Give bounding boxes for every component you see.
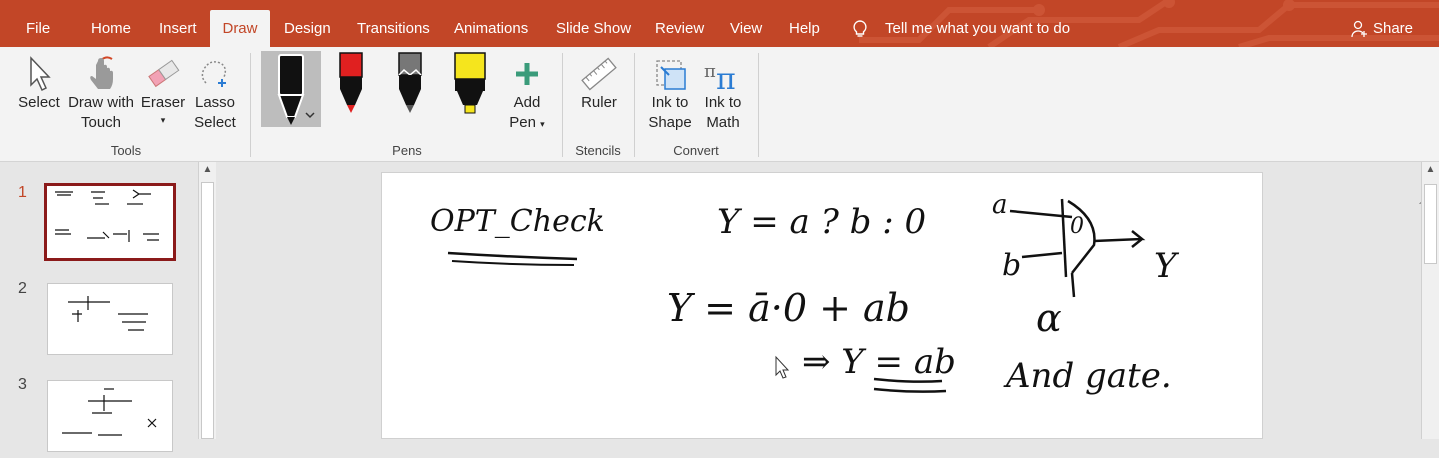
slide-ink-drawing: OPT_Check Y = a ? b : 0 Y = ā·0 + ab ⇒ Y… [430,190,1180,396]
slide-thumbnail-3[interactable] [47,380,173,452]
add-pen-label-2: Pen ▾ [509,114,545,131]
tab-help[interactable]: Help [781,10,828,47]
ruler-label: Ruler [581,94,617,111]
red-pen-icon [339,52,363,113]
tab-draw[interactable]: Draw [210,10,270,47]
ribbon-separator [562,53,563,157]
ink-to-shape-label-2: Shape [648,114,692,131]
ink-gate-0: 0 [1070,214,1084,239]
share-button[interactable]: Share [1351,10,1413,47]
scrollbar-thumb[interactable] [1424,184,1437,264]
tab-file[interactable]: File [18,10,58,47]
tools-group-label: Tools [110,143,142,158]
lightbulb-icon [853,20,867,37]
svg-text:π: π [716,62,736,93]
lasso-select-button[interactable]: Lasso Select [190,55,240,133]
eraser-icon [148,59,180,88]
tab-view[interactable]: View [722,10,770,47]
slide-thumbnail-2[interactable] [47,283,173,355]
ribbon-separator [758,53,759,157]
tab-home[interactable]: Home [83,10,139,47]
share-label: Share [1372,20,1413,37]
tab-slide-show[interactable]: Slide Show [548,10,639,47]
draw-with-touch-label-2: Touch [80,114,122,131]
tell-me-search[interactable]: Tell me what you want to do [850,10,1070,47]
black-pen-icon [277,54,315,125]
ink-to-math-label-1: Ink to [704,94,742,111]
scroll-up-arrow-icon[interactable]: ▲ [1422,164,1439,180]
tab-transitions[interactable]: Transitions [349,10,438,47]
hand-draw-icon [90,56,113,89]
thumbnail-number: 3 [18,376,27,393]
ink-equation-1: Y = a ? b : 0 [717,202,926,242]
ink-gate-y: Y [1154,246,1180,286]
ink-equation-2: Y = ā·0 + ab [667,286,910,330]
lasso-icon [201,61,227,87]
eraser-dropdown-chevron-icon[interactable]: ▾ [140,113,186,127]
ruler-button[interactable]: Ruler [576,55,622,113]
black-pen-button[interactable] [261,51,321,127]
ink-gate-a: a [992,190,1008,220]
scrollbar-thumb[interactable] [201,182,214,439]
ink-to-shape-button[interactable]: Ink to Shape [646,55,694,133]
tell-me-label: Tell me what you want to do [885,20,1071,37]
pencil-icon [398,52,422,113]
slide-thumbnail-1[interactable] [44,183,176,261]
eraser-label: Eraser [140,94,186,111]
ink-gate-b: b [1002,248,1021,283]
stencils-group-label: Stencils [575,143,621,158]
add-pen-label-1: Add [513,94,541,111]
ribbon-separator [634,53,635,157]
pens-group-label: Pens [392,143,422,158]
slide-thumbnail-pane: 1 2 3 [0,162,220,452]
arrow-cursor-icon [30,56,51,92]
ink-alpha: α [1036,296,1062,340]
ink-to-shape-label-1: Ink to [651,94,689,111]
svg-text:π: π [704,61,716,82]
slide-scrollbar[interactable]: ▲ [1421,162,1439,439]
ink-to-math-button[interactable]: π π Ink to Math [700,55,746,133]
draw-with-touch-button[interactable]: Draw with Touch [66,55,136,133]
ruler-icon [581,57,617,91]
tab-animations[interactable]: Animations [446,10,536,47]
highlighter-icon [454,52,486,114]
draw-with-touch-label-1: Draw with [68,94,134,111]
tab-insert[interactable]: Insert [151,10,205,47]
thumbnail-number: 2 [18,280,27,297]
pi-icon: π π [704,61,736,93]
eraser-button[interactable]: Eraser ▾ [140,55,186,127]
pencil-button[interactable] [381,51,439,127]
ink-to-shape-icon [656,60,686,90]
plus-icon [516,63,538,85]
convert-group-label: Convert [673,143,719,158]
select-label: Select [18,94,60,111]
ink-equation-3: ⇒ Y = ab [802,342,956,382]
thumbnail-number: 1 [18,184,27,201]
select-button[interactable]: Select [16,55,62,113]
tab-design[interactable]: Design [276,10,339,47]
ribbon-separator [250,53,251,157]
ink-and-gate: And gate. [1003,356,1172,396]
red-pen-button[interactable] [322,51,380,127]
add-pen-button[interactable]: Add Pen ▾ [506,55,548,134]
ink-title: OPT_Check [430,204,605,239]
lasso-label-1: Lasso [194,94,236,111]
title-tab-bar: File Home Insert Draw Design Transitions… [0,0,1439,47]
person-add-icon [1351,20,1367,38]
slide-thumbnail-ink [55,189,159,242]
highlighter-button[interactable] [441,51,499,127]
lasso-label-2: Select [194,114,236,131]
ink-to-math-label-2: Math [706,114,740,131]
slide-thumbnail-ink [62,388,157,436]
slide-canvas[interactable]: OPT_Check Y = a ? b : 0 Y = ā·0 + ab ⇒ Y… [381,172,1263,439]
slide-thumbnail-ink [68,296,148,331]
tab-review[interactable]: Review [647,10,712,47]
thumbnail-scrollbar[interactable]: ▲ [198,162,216,439]
mouse-cursor-icon [775,355,790,379]
scroll-up-arrow-icon[interactable]: ▲ [199,164,216,180]
draw-ribbon: Select Draw with Touch Eraser ▾ Lasso Se… [0,47,1439,206]
